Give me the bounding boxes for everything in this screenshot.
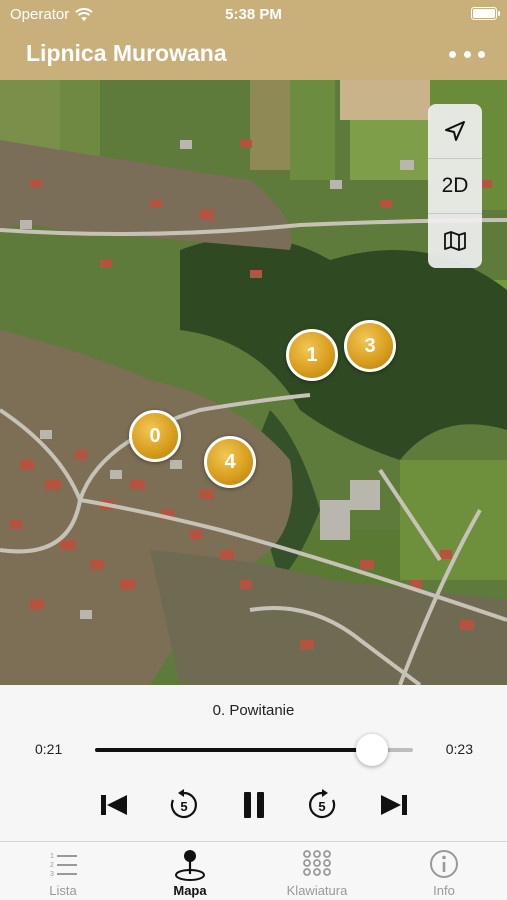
map-pin-icon <box>175 850 205 881</box>
previous-icon <box>101 795 127 815</box>
elapsed-time: 0:21 <box>35 741 63 757</box>
dot-icon <box>449 50 456 58</box>
locate-me-button[interactable] <box>428 104 482 158</box>
progress-fill <box>95 748 372 752</box>
rewind-5-icon: 5 <box>170 789 197 819</box>
location-arrow-icon <box>445 121 465 141</box>
next-button[interactable] <box>376 787 412 823</box>
audio-player: 0. Powitanie 0:21 0:23 5 5 <box>0 685 507 841</box>
tab-label: Klawiatura <box>286 883 348 898</box>
pause-icon <box>244 792 264 818</box>
tab-klawiatura[interactable]: Klawiatura <box>254 842 380 900</box>
rewind-5-button[interactable]: 5 <box>166 787 202 823</box>
previous-button[interactable] <box>96 787 132 823</box>
map-marker[interactable]: 1 <box>286 329 338 381</box>
forward-seconds: 5 <box>318 799 325 814</box>
tab-mapa[interactable]: Mapa <box>127 842 253 900</box>
dot-icon <box>463 50 471 58</box>
list-icon: 1 2 3 <box>50 853 77 878</box>
folded-map-icon <box>444 231 466 251</box>
map-marker[interactable]: 3 <box>344 320 396 372</box>
progress-slider[interactable] <box>95 734 413 766</box>
tab-label: Info <box>433 883 455 898</box>
tab-info[interactable]: Info <box>381 842 507 900</box>
forward-5-icon: 5 <box>309 789 336 819</box>
info-icon <box>430 850 458 878</box>
rewind-seconds: 5 <box>180 799 187 814</box>
map-controls-panel: 2D <box>428 104 482 268</box>
svg-text:2: 2 <box>50 862 54 869</box>
status-time: 5:38 PM <box>225 6 282 23</box>
more-options-button[interactable] <box>449 42 485 66</box>
map-type-button[interactable] <box>428 214 482 268</box>
svg-text:1: 1 <box>50 853 54 860</box>
total-time: 0:23 <box>445 741 473 757</box>
page-title: Lipnica Murowana <box>26 40 227 66</box>
progress-thumb[interactable] <box>355 734 388 766</box>
forward-5-button[interactable]: 5 <box>304 787 340 823</box>
view-mode-button[interactable]: 2D <box>428 159 482 213</box>
tab-label: Mapa <box>173 883 207 898</box>
tab-bar: 1 2 3 Lista Mapa Klawiatura Info <box>0 841 507 900</box>
track-title: 0. Powitanie <box>212 702 295 719</box>
dot-icon <box>478 50 485 58</box>
map-marker[interactable]: 0 <box>129 410 181 462</box>
status-bar: Operator 5:38 PM <box>0 0 507 30</box>
playback-controls: 5 5 <box>0 785 507 825</box>
keypad-icon <box>303 850 331 876</box>
satellite-map[interactable]: 2D 1 3 0 4 <box>0 80 507 685</box>
pause-button[interactable] <box>236 787 272 823</box>
next-icon <box>381 795 407 815</box>
tab-lista[interactable]: 1 2 3 Lista <box>0 842 126 900</box>
tab-label: Lista <box>49 883 77 898</box>
battery-icon <box>471 7 500 20</box>
svg-text:3: 3 <box>50 871 54 878</box>
map-marker[interactable]: 4 <box>204 436 256 488</box>
navigation-bar: Lipnica Murowana <box>0 30 507 80</box>
